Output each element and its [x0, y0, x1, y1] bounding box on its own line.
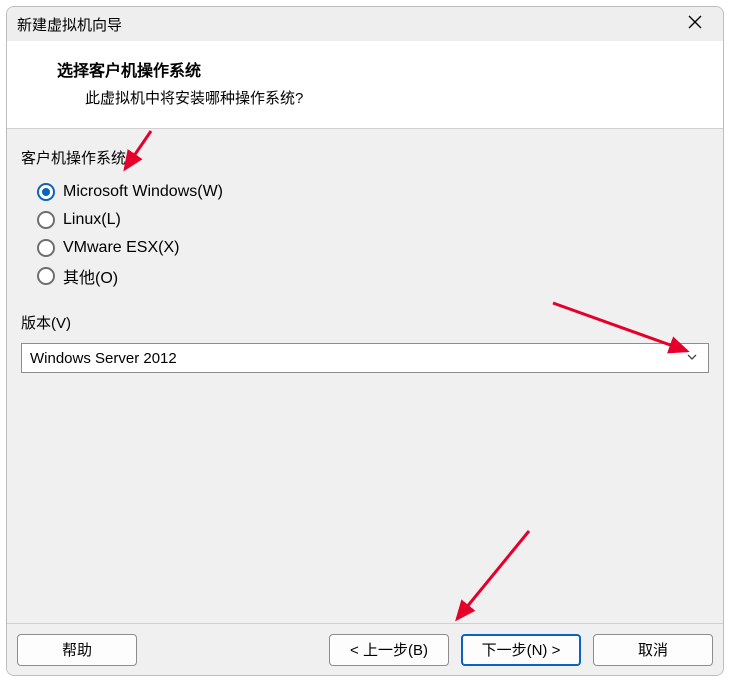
version-block: 版本(V) Windows Server 2012	[17, 312, 713, 373]
header-subtitle: 此虚拟机中将安装哪种操作系统?	[57, 87, 713, 108]
back-button[interactable]: < 上一步(B)	[329, 634, 449, 666]
wizard-header: 选择客户机操作系统 此虚拟机中将安装哪种操作系统?	[7, 41, 723, 129]
radio-icon	[37, 211, 55, 229]
os-option-label: 其他(O)	[63, 264, 118, 288]
button-label: < 上一步(B)	[350, 639, 428, 660]
os-option-windows[interactable]: Microsoft Windows(W)	[37, 178, 713, 206]
version-selected: Windows Server 2012	[30, 350, 177, 367]
help-button[interactable]: 帮助	[17, 634, 137, 666]
close-button[interactable]	[675, 10, 715, 38]
wizard-footer: 帮助 < 上一步(B) 下一步(N) > 取消	[7, 623, 723, 675]
window-title: 新建虚拟机向导	[17, 14, 122, 35]
os-group-label: 客户机操作系统	[21, 147, 713, 168]
close-icon	[688, 15, 702, 33]
cancel-button[interactable]: 取消	[593, 634, 713, 666]
os-option-label: Microsoft Windows(W)	[63, 183, 223, 201]
os-option-linux[interactable]: Linux(L)	[37, 206, 713, 234]
next-button[interactable]: 下一步(N) >	[461, 634, 581, 666]
chevron-down-icon	[686, 350, 698, 367]
wizard-body: 客户机操作系统 Microsoft Windows(W) Linux(L) VM…	[7, 129, 723, 623]
radio-icon	[37, 267, 55, 285]
version-label: 版本(V)	[21, 312, 713, 333]
header-title: 选择客户机操作系统	[57, 57, 713, 81]
os-option-other[interactable]: 其他(O)	[37, 262, 713, 290]
os-option-label: VMware ESX(X)	[63, 239, 179, 257]
titlebar: 新建虚拟机向导	[7, 7, 723, 41]
wizard-window: 新建虚拟机向导 选择客户机操作系统 此虚拟机中将安装哪种操作系统? 客户机操作系…	[6, 6, 724, 676]
radio-icon	[37, 183, 55, 201]
button-label: 帮助	[62, 639, 92, 660]
radio-icon	[37, 239, 55, 257]
annotation-arrow-icon	[439, 525, 549, 635]
os-option-vmware-esx[interactable]: VMware ESX(X)	[37, 234, 713, 262]
version-dropdown[interactable]: Windows Server 2012	[21, 343, 709, 373]
os-option-label: Linux(L)	[63, 211, 121, 229]
button-label: 下一步(N) >	[482, 639, 561, 660]
os-radio-list: Microsoft Windows(W) Linux(L) VMware ESX…	[17, 178, 713, 290]
button-label: 取消	[638, 639, 668, 660]
